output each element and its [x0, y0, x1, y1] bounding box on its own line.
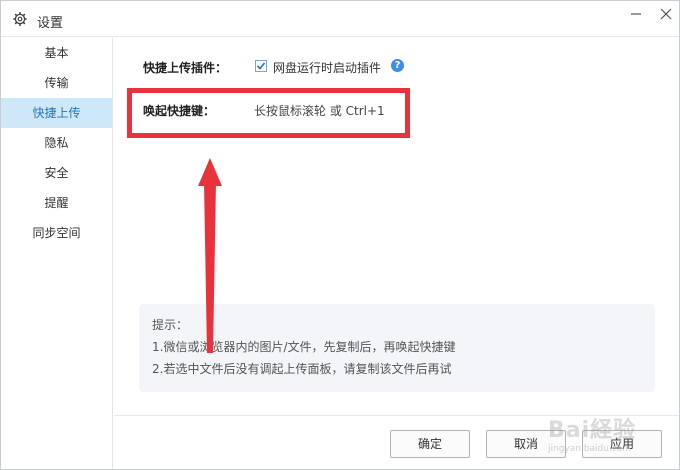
settings-content: 快捷上传插件： 网盘运行时启动插件 ? 唤起快捷键： 长按鼠标滚轮 或 Ctrl… [114, 38, 679, 469]
settings-window: 设置 基本 传输 快捷上传 隐私 安全 提醒 同步空间 快捷上传插件： 网盘运行… [0, 0, 680, 470]
sidebar-item-basic[interactable]: 基本 [1, 38, 112, 68]
gear-icon [13, 12, 27, 26]
hotkey-label: 唤起快捷键： [143, 104, 216, 118]
baidu-watermark: Bai経验 [548, 418, 637, 443]
tip-title: 提示： [152, 318, 189, 332]
help-icon[interactable]: ? [391, 59, 404, 72]
title-bar: 设置 [1, 1, 679, 37]
tip-box: 提示： 1.微信或浏览器内的图片/文件，先复制后，再唤起快捷键 2.若选中文件后… [139, 304, 655, 392]
sidebar-item-privacy[interactable]: 隐私 [1, 128, 112, 158]
tip-line-1: 1.微信或浏览器内的图片/文件，先复制后，再唤起快捷键 [152, 340, 456, 354]
checkmark-icon [256, 62, 266, 70]
sidebar-item-transfer[interactable]: 传输 [1, 68, 112, 98]
sidebar-item-reminders[interactable]: 提醒 [1, 188, 112, 218]
settings-sidebar: 基本 传输 快捷上传 隐私 安全 提醒 同步空间 [1, 38, 113, 469]
plugin-label: 快捷上传插件： [143, 61, 228, 75]
sidebar-item-security[interactable]: 安全 [1, 158, 112, 188]
plugin-checkbox[interactable] [255, 60, 267, 72]
window-title: 设置 [37, 16, 64, 31]
sidebar-item-quick-upload[interactable]: 快捷上传 [1, 98, 112, 128]
minimize-icon[interactable] [625, 5, 647, 23]
baidu-watermark-url: jingyan.baidu.com [548, 444, 632, 454]
ok-button[interactable]: 确定 [390, 430, 470, 458]
sidebar-item-sync-space[interactable]: 同步空间 [1, 218, 112, 248]
hotkey-value: 长按鼠标滚轮 或 Ctrl+1 [254, 104, 385, 118]
close-icon[interactable] [655, 5, 677, 23]
tip-line-2: 2.若选中文件后没有调起上传面板，请复制该文件后再试 [152, 362, 452, 376]
plugin-checkbox-label[interactable]: 网盘运行时启动插件 [273, 59, 381, 76]
